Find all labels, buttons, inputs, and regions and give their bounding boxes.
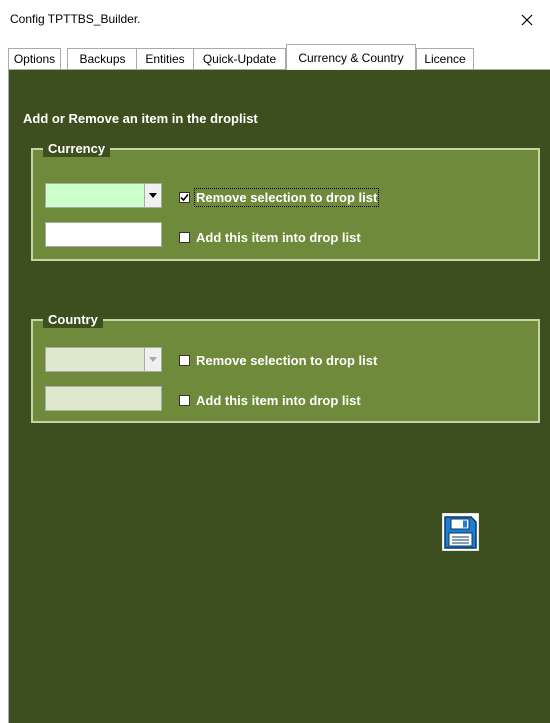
country-combo[interactable]: [45, 347, 162, 372]
tab-strip: Options Backups Entities Quick-Update Cu…: [8, 44, 550, 70]
title-bar: Config TPTTBS_Builder.: [0, 0, 550, 40]
country-frame: Country Remove selection to drop list Ad…: [31, 312, 540, 423]
currency-frame: Currency Remove selection to drop list A…: [31, 141, 540, 261]
currency-add-input[interactable]: [45, 222, 162, 247]
country-add-checkbox-box[interactable]: [179, 395, 190, 406]
currency-remove-label: Remove selection to drop list: [193, 188, 380, 207]
currency-frame-title: Currency: [43, 141, 111, 157]
currency-combo-value: [46, 184, 144, 207]
country-add-input[interactable]: [45, 386, 162, 411]
save-button[interactable]: [441, 512, 480, 552]
chevron-down-icon: [149, 193, 157, 198]
country-combo-value: [46, 348, 144, 371]
country-frame-title: Country: [43, 312, 103, 328]
currency-add-checkbox-box[interactable]: [179, 232, 190, 243]
country-remove-checkbox[interactable]: Remove selection to drop list: [179, 353, 377, 368]
currency-remove-checkbox-box[interactable]: [179, 192, 190, 203]
tab-currency-country[interactable]: Currency & Country: [286, 44, 416, 70]
chevron-down-icon: [149, 357, 157, 362]
tab-options[interactable]: Options: [8, 48, 61, 69]
floppy-disk-icon: [441, 512, 480, 552]
country-remove-label: Remove selection to drop list: [196, 353, 378, 368]
window-title: Config TPTTBS_Builder.: [10, 12, 141, 26]
tab-backups[interactable]: Backups: [67, 48, 138, 69]
currency-add-label: Add this item into drop list: [196, 230, 361, 245]
country-remove-checkbox-box[interactable]: [179, 355, 190, 366]
close-button[interactable]: [504, 0, 550, 40]
close-icon: [521, 14, 533, 26]
country-combo-dropdown-button[interactable]: [144, 348, 161, 371]
currency-remove-checkbox[interactable]: Remove selection to drop list: [179, 188, 380, 207]
country-add-checkbox[interactable]: Add this item into drop list: [179, 393, 361, 408]
tab-entities[interactable]: Entities: [136, 48, 194, 69]
currency-combo[interactable]: [45, 183, 162, 208]
country-add-label: Add this item into drop list: [196, 393, 361, 408]
tab-licence[interactable]: Licence: [416, 48, 474, 69]
currency-add-checkbox[interactable]: Add this item into drop list: [179, 230, 361, 245]
panel-heading: Add or Remove an item in the droplist: [23, 111, 258, 126]
currency-combo-dropdown-button[interactable]: [144, 184, 161, 207]
checkmark-icon: [180, 193, 189, 202]
tab-quick-update[interactable]: Quick-Update: [193, 48, 286, 69]
